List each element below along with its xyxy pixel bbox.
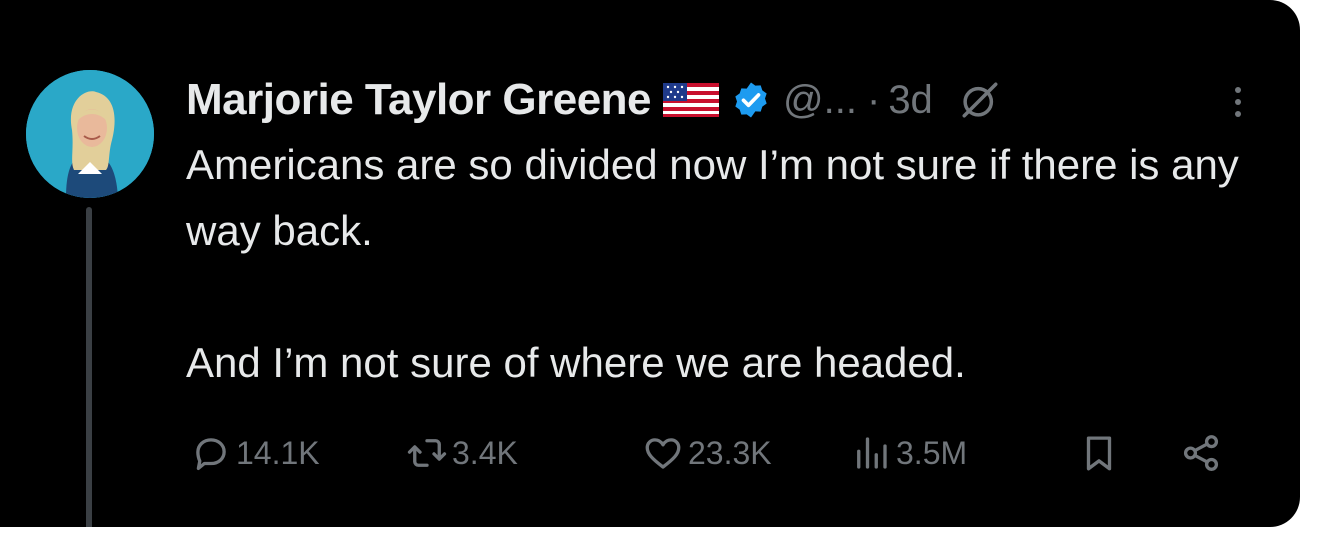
action-bar: 14.1K 3.4K 23.3K 3.5M — [190, 428, 1250, 478]
like-count: 23.3K — [688, 434, 772, 471]
grok-icon[interactable] — [959, 79, 1001, 121]
tweet-card: Marjorie Taylor Greene @... · 3d America… — [0, 0, 1300, 527]
verified-badge-icon[interactable] — [731, 80, 771, 120]
reply-icon — [196, 438, 226, 471]
repost-icon — [407, 439, 447, 467]
timestamp[interactable]: 3d — [888, 78, 933, 123]
views-icon — [857, 437, 887, 469]
author-name[interactable]: Marjorie Taylor Greene — [186, 75, 652, 125]
bookmark-button[interactable] — [1078, 428, 1120, 478]
avatar[interactable] — [26, 70, 154, 198]
repost-count: 3.4K — [452, 434, 518, 471]
tweet-text-paragraph-2: And I’m not sure of where we are headed. — [186, 339, 966, 386]
tweet-header: Marjorie Taylor Greene @... · 3d — [186, 72, 1001, 128]
thread-line — [86, 207, 92, 527]
tweet-text: Americans are so divided now I’m not sur… — [186, 132, 1266, 396]
bookmark-icon — [1086, 436, 1112, 471]
view-count: 3.5M — [896, 434, 968, 471]
reply-count: 14.1K — [236, 434, 320, 471]
separator-dot: · — [866, 77, 881, 122]
repost-button[interactable]: 3.4K — [406, 428, 518, 478]
us-flag-icon — [663, 83, 720, 117]
more-options-icon[interactable] — [1228, 82, 1248, 122]
tweet-text-paragraph-1: Americans are so divided now I’m not sur… — [186, 141, 1239, 254]
reply-button[interactable]: 14.1K — [190, 428, 320, 478]
author-handle[interactable]: @... — [783, 78, 857, 123]
share-icon — [1183, 435, 1219, 471]
heart-icon — [645, 438, 681, 469]
views-button[interactable]: 3.5M — [850, 428, 967, 478]
avatar-image — [26, 70, 154, 198]
share-button[interactable] — [1180, 428, 1222, 478]
like-button[interactable]: 23.3K — [642, 428, 772, 478]
